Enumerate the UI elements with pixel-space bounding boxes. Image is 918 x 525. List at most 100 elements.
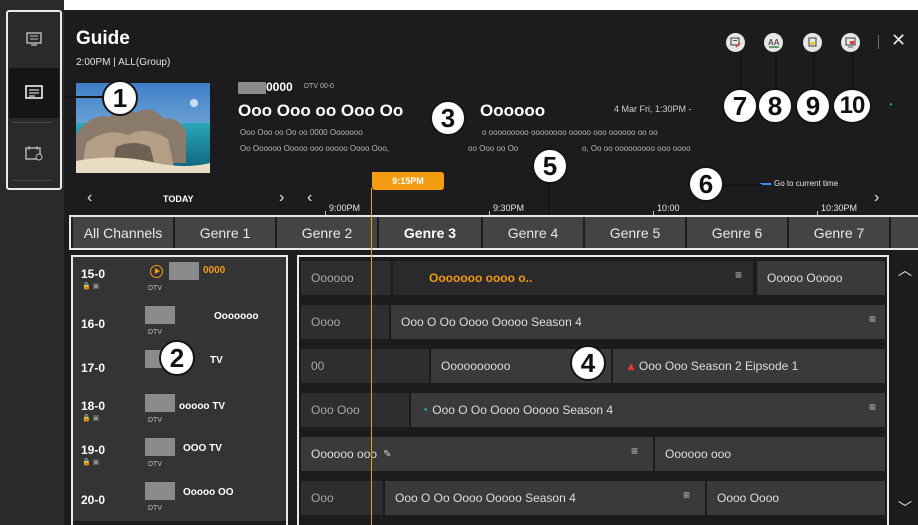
- dtv-label: DTV: [148, 329, 162, 336]
- channel-number: 15-0: [81, 267, 106, 281]
- callout-marker: 4: [570, 345, 606, 381]
- callout-marker: 5: [532, 148, 568, 184]
- display-mode-button[interactable]: [803, 33, 822, 52]
- next-time-arrow-icon[interactable]: ›: [874, 189, 879, 207]
- nav-guide-button[interactable]: [9, 68, 59, 118]
- program-description: Ooo Ooo oo Oo oo 0000 Ooooooo: [240, 128, 363, 137]
- callout-line: [775, 52, 777, 88]
- program-cell[interactable]: ◔ Ooo O Oo Oooo Ooooo Season 4: [411, 393, 885, 427]
- program-cell[interactable]: Ooooo Ooooo: [757, 261, 885, 295]
- previous-time-arrow-icon[interactable]: ‹: [307, 189, 312, 207]
- dtv-label: DTV: [148, 461, 162, 468]
- channel-row[interactable]: 15-0 🔒 ▣ DTV 0000: [73, 257, 286, 302]
- program-description: o, Oo oo ooooooooo ooo oooo: [582, 144, 691, 153]
- nav-divider: [12, 180, 52, 181]
- picture-in-guide-button[interactable]: [841, 33, 860, 52]
- channel-logo: [145, 438, 175, 456]
- tab-all-channels[interactable]: All Channels: [73, 217, 173, 248]
- tv-guide-app: Guide 2:00PM | ALL(Group) 0000 DTV 00-0 …: [0, 0, 918, 525]
- program-date-time: 4 Mar Fri, 1:30PM -: [614, 104, 692, 114]
- details-menu-icon[interactable]: ≡: [683, 488, 690, 502]
- callout-marker: 8: [757, 88, 793, 124]
- details-menu-icon[interactable]: ≡: [869, 400, 876, 414]
- channel-logo: [145, 394, 175, 412]
- program-title: Ooo Ooo oo Ooo Oo: [238, 101, 404, 120]
- display-mode-icon: [808, 37, 817, 47]
- channel-number: 17-0: [81, 361, 106, 375]
- channel-name: Ooooo OO: [183, 487, 234, 498]
- scroll-down-icon[interactable]: ﹀: [898, 498, 912, 518]
- time-tick-label: 9:00PM: [329, 203, 361, 213]
- time-tick-label: 10:30PM: [821, 203, 858, 213]
- reminder-icon: ◔: [887, 100, 894, 111]
- tab-genre-6[interactable]: Genre 6: [687, 217, 787, 248]
- guide-icon: [25, 85, 43, 99]
- channel-number: 19-0: [81, 443, 106, 457]
- channel-number: 0000: [266, 80, 293, 94]
- channel-number: 20-0: [81, 493, 106, 507]
- tab-genre-4[interactable]: Genre 4: [483, 217, 583, 248]
- program-cell[interactable]: Oooooo: [301, 261, 391, 295]
- tab-genre-2[interactable]: Genre 2: [277, 217, 377, 248]
- program-cell-current[interactable]: Ooooooo oooo o..: [393, 261, 753, 295]
- channel-row[interactable]: 20-0 DTV Ooooo OO: [73, 477, 286, 522]
- program-title: Oooooo ooo: [311, 447, 378, 461]
- callout-marker: 10: [832, 88, 872, 124]
- toolbar-separator: [878, 35, 879, 49]
- callout-line: [813, 52, 815, 88]
- go-to-current-time-button[interactable]: Go to current time: [774, 179, 838, 188]
- next-day-arrow-icon[interactable]: ›: [279, 189, 284, 207]
- now-watching-icon: [150, 265, 163, 278]
- edit-channels-button[interactable]: [726, 33, 745, 52]
- tab-genre-7[interactable]: Genre 7: [789, 217, 889, 248]
- callout-line: [852, 52, 854, 88]
- tab-genre-3[interactable]: Genre 3: [379, 217, 481, 248]
- channel-name: OOO TV: [183, 443, 222, 454]
- details-menu-icon[interactable]: ≡: [869, 312, 876, 326]
- details-menu-icon[interactable]: ≡: [735, 268, 742, 282]
- nav-live-tv-button[interactable]: [9, 14, 59, 64]
- program-cell[interactable]: Oooo Oooo: [707, 481, 885, 515]
- close-button[interactable]: ✕: [891, 30, 906, 51]
- program-cell[interactable]: Oooo: [301, 305, 389, 339]
- callout-line: [548, 182, 550, 214]
- callout-line: [740, 52, 742, 88]
- channel-list: 15-0 🔒 ▣ DTV 0000 16-0 DTV Ooooooo 17-0 …: [71, 255, 288, 525]
- program-cell[interactable]: Ooo O Oo Oooo Ooooo Season 4: [391, 305, 885, 339]
- program-cell[interactable]: 00: [301, 349, 429, 383]
- edit-list-icon: [730, 37, 741, 48]
- tab-genre-5[interactable]: Genre 5: [585, 217, 685, 248]
- channel-row[interactable]: 18-0 🔒 ▣ DTV ooooo TV: [73, 389, 286, 434]
- font-size-button[interactable]: AA: [764, 33, 783, 52]
- channel-number: 18-0: [81, 399, 106, 413]
- previous-day-arrow-icon[interactable]: ‹: [87, 189, 92, 207]
- program-cell[interactable]: Oooooo ooo ✎: [301, 437, 653, 471]
- callout-marker: 3: [430, 100, 466, 136]
- genre-tab-bar: All Channels Genre 1 Genre 2 Genre 3 Gen…: [69, 215, 918, 250]
- channel-name: ooooo TV: [179, 401, 226, 412]
- program-title-tail: Oooooo: [480, 101, 546, 120]
- callout-line: [722, 184, 762, 186]
- program-title: Ooo Ooo Season 2 Eipsode 1: [638, 359, 799, 373]
- dtv-label: DTV: [148, 417, 162, 424]
- program-cell[interactable]: Ooo O Oo Oooo Ooooo Season 4: [385, 481, 705, 515]
- nav-schedule-button[interactable]: [9, 128, 59, 178]
- program-cell[interactable]: Oooooo ooo: [655, 437, 885, 471]
- tab-genre-1[interactable]: Genre 1: [175, 217, 275, 248]
- svg-text:AA: AA: [768, 38, 780, 47]
- dtv-label: DTV: [148, 505, 162, 512]
- date-label: TODAY: [163, 194, 194, 204]
- callout-marker: 2: [159, 340, 195, 376]
- dtv-label: DTV 00-0: [304, 83, 334, 90]
- reminder-icon: ◔: [421, 403, 429, 417]
- callout-marker: 1: [102, 80, 138, 116]
- program-cell[interactable]: Ooo Ooo: [301, 393, 409, 427]
- scroll-up-icon[interactable]: ︿: [898, 260, 912, 280]
- details-menu-icon[interactable]: ≡: [631, 444, 638, 458]
- page-title: Guide: [76, 28, 130, 49]
- nav-divider: [12, 122, 52, 123]
- channel-row[interactable]: 19-0 🔒 ▣ DTV OOO TV: [73, 433, 286, 478]
- program-cell[interactable]: ▲ Ooo Ooo Season 2 Eipsode 1: [613, 349, 885, 383]
- current-time-tag: 9:15PM: [372, 172, 444, 190]
- tab-more[interactable]: [891, 217, 918, 248]
